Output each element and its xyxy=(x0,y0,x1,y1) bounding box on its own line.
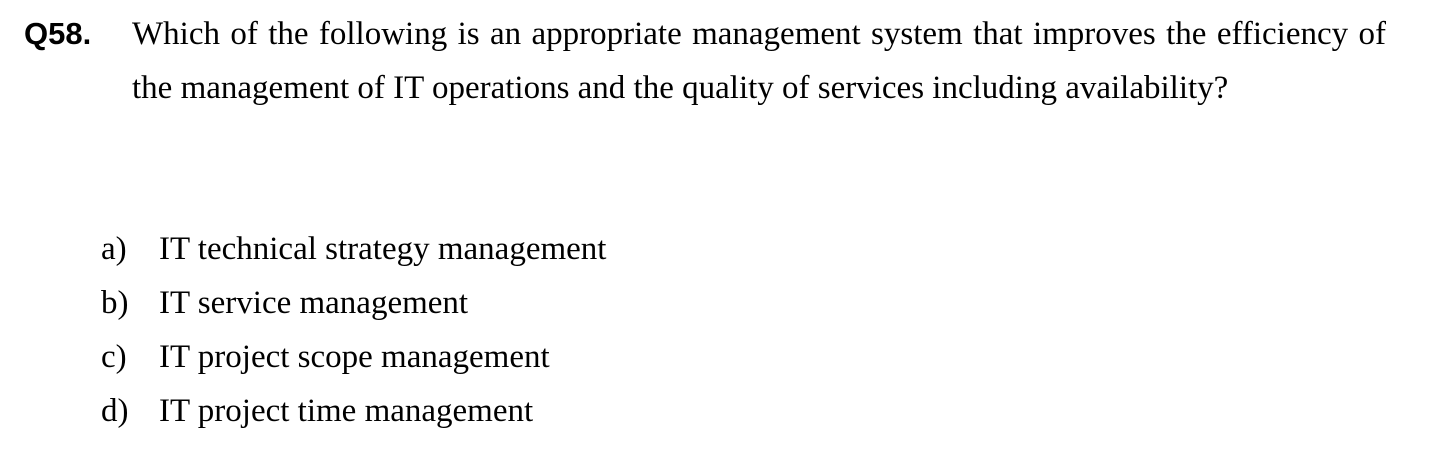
option-text: IT project scope management xyxy=(159,339,550,375)
question-number: Q58. xyxy=(24,16,92,51)
option-letter: c) xyxy=(101,339,127,375)
option-d: d) IT project time management xyxy=(101,384,606,438)
option-text: IT technical strategy management xyxy=(159,231,607,267)
option-letter: d) xyxy=(101,393,129,429)
question-text: Which of the following is an appropriate… xyxy=(132,16,1386,106)
option-text: IT service management xyxy=(159,285,469,321)
option-letter: a) xyxy=(101,231,127,267)
answer-options: a) IT technical strategy management b) I… xyxy=(101,222,606,438)
option-text: IT project time management xyxy=(159,393,534,429)
question-block: Q58. Which of the following is an approp… xyxy=(24,8,1386,115)
option-c: c) IT project scope management xyxy=(101,330,606,384)
option-a: a) IT technical strategy management xyxy=(101,222,606,276)
option-b: b) IT service management xyxy=(101,276,606,330)
option-letter: b) xyxy=(101,285,129,321)
